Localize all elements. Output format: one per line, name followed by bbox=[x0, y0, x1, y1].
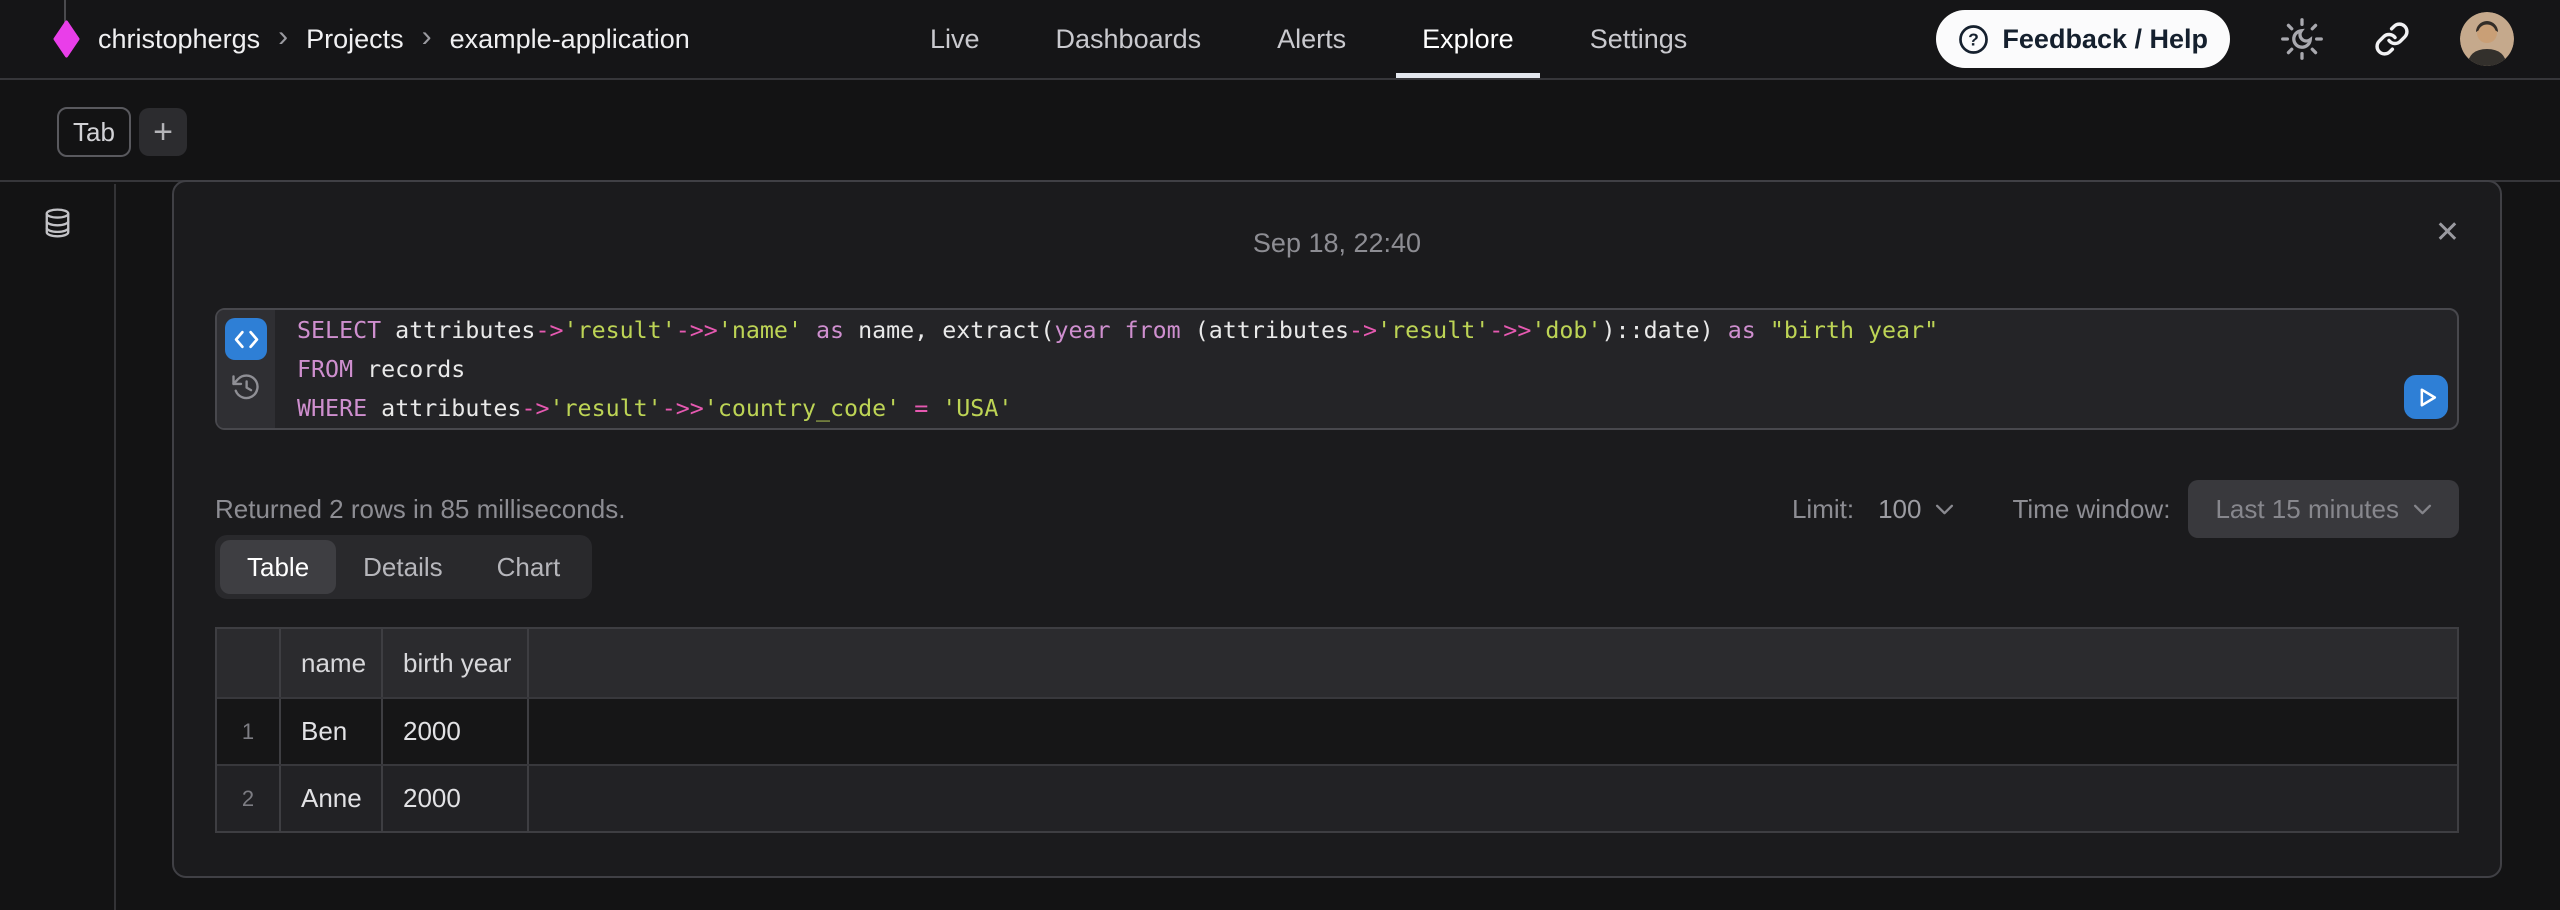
sql-line: WHERE attributes->'result'->>'country_co… bbox=[297, 389, 2387, 428]
navbar-right: ? Feedback / Help bbox=[1936, 0, 2514, 78]
close-icon[interactable]: ✕ bbox=[2435, 218, 2460, 248]
database-icon bbox=[41, 206, 74, 241]
top-navbar: christophergs › Projects › example-applicati… bbox=[0, 0, 2560, 80]
column-header-birth-year: birth year bbox=[383, 629, 529, 697]
brand-logo[interactable] bbox=[53, 20, 80, 58]
nav-item-dashboards[interactable]: Dashboards bbox=[1056, 0, 1202, 78]
result-tabs: TableDetailsChart bbox=[215, 535, 592, 599]
play-icon bbox=[2413, 384, 2440, 411]
sql-line: SELECT attributes->'result'->>'name' as … bbox=[297, 311, 2387, 350]
results-table-header: namebirth year bbox=[217, 629, 2457, 697]
query-timestamp: Sep 18, 22:40 bbox=[174, 228, 2500, 259]
query-status-text: Returned 2 rows in 85 milliseconds. bbox=[215, 494, 625, 525]
query-result-card: Sep 18, 22:40 ✕ SELE bbox=[172, 180, 2502, 878]
row-number: 2 bbox=[217, 766, 281, 831]
help-question-icon: ? bbox=[1958, 24, 1989, 55]
limit-label: Limit: bbox=[1792, 494, 1854, 525]
breadcrumb-item-christophergs[interactable]: christophergs bbox=[98, 24, 260, 55]
user-avatar[interactable] bbox=[2460, 12, 2514, 66]
limit-dropdown[interactable]: 100 bbox=[1878, 494, 1954, 525]
results-table-body: 1Ben20002Anne2000 bbox=[217, 697, 2457, 831]
nav-item-alerts[interactable]: Alerts bbox=[1277, 0, 1346, 78]
table-cell: 2000 bbox=[383, 699, 529, 764]
table-cell: Ben bbox=[281, 699, 383, 764]
table-cell: Anne bbox=[281, 766, 383, 831]
svg-text:?: ? bbox=[1969, 29, 1980, 49]
feedback-help-button[interactable]: ? Feedback / Help bbox=[1936, 10, 2230, 68]
table-row[interactable]: 2Anne2000 bbox=[217, 764, 2457, 831]
breadcrumb-separator: › bbox=[422, 22, 432, 56]
tab-chip-label: Tab bbox=[73, 117, 115, 148]
editor-gutter bbox=[217, 310, 275, 428]
breadcrumb-item-example-application[interactable]: example-application bbox=[450, 24, 690, 55]
row-number: 1 bbox=[217, 699, 281, 764]
time-window-dropdown[interactable]: Last 15 minutes bbox=[2188, 480, 2459, 538]
plus-icon: + bbox=[153, 113, 173, 152]
breadcrumb: christophergs › Projects › example-applicati… bbox=[98, 0, 690, 78]
results-table: namebirth year 1Ben20002Anne2000 bbox=[215, 627, 2459, 833]
limit-value: 100 bbox=[1878, 494, 1921, 525]
result-tab-table[interactable]: Table bbox=[220, 540, 336, 594]
time-window-label: Time window: bbox=[2012, 494, 2170, 525]
table-cell bbox=[529, 699, 2457, 764]
result-tab-chart[interactable]: Chart bbox=[470, 535, 588, 599]
result-controls: Limit: 100 Time window: Last 15 minutes bbox=[1792, 480, 2459, 538]
column-header-name: name bbox=[281, 629, 383, 697]
breadcrumb-item-projects[interactable]: Projects bbox=[306, 24, 404, 55]
diamond-logo-icon bbox=[53, 20, 80, 58]
time-window-value: Last 15 minutes bbox=[2215, 494, 2399, 525]
feedback-help-label: Feedback / Help bbox=[2002, 24, 2208, 55]
add-tab-button[interactable]: + bbox=[139, 108, 187, 156]
column-header-rownum bbox=[529, 629, 2457, 697]
database-sidebar-button[interactable] bbox=[41, 206, 74, 241]
nav-item-settings[interactable]: Settings bbox=[1590, 0, 1688, 78]
breadcrumb-separator: › bbox=[278, 22, 288, 56]
column-header-rownum bbox=[217, 629, 281, 697]
history-clock-icon bbox=[231, 372, 261, 402]
result-tab-details[interactable]: Details bbox=[336, 535, 469, 599]
chevron-down-icon bbox=[2413, 503, 2432, 516]
query-history-button[interactable] bbox=[231, 372, 261, 402]
result-toolbar: Returned 2 rows in 85 milliseconds. Limi… bbox=[215, 477, 2459, 541]
run-query-button[interactable] bbox=[2404, 375, 2448, 419]
tab-strip: Tab + bbox=[0, 82, 2560, 182]
table-cell bbox=[529, 766, 2457, 831]
sql-code[interactable]: SELECT attributes->'result'->>'name' as … bbox=[275, 310, 2457, 428]
copy-link-icon[interactable] bbox=[2374, 21, 2410, 57]
nav-item-explore[interactable]: Explore bbox=[1422, 0, 1514, 78]
sql-editor: SELECT attributes->'result'->>'name' as … bbox=[215, 308, 2459, 430]
nav-item-live[interactable]: Live bbox=[930, 0, 980, 78]
code-mode-button[interactable] bbox=[225, 318, 267, 360]
table-cell: 2000 bbox=[383, 766, 529, 831]
sidebar-divider bbox=[114, 184, 116, 910]
tab-chip[interactable]: Tab bbox=[57, 107, 131, 157]
chevron-down-icon bbox=[1935, 503, 1954, 516]
code-brackets-icon bbox=[234, 330, 259, 349]
table-row[interactable]: 1Ben2000 bbox=[217, 697, 2457, 764]
primary-nav: Live Dashboards Alerts Explore Settings bbox=[930, 0, 1687, 78]
theme-toggle-icon[interactable] bbox=[2280, 17, 2324, 61]
sql-line: FROM records bbox=[297, 350, 2387, 389]
